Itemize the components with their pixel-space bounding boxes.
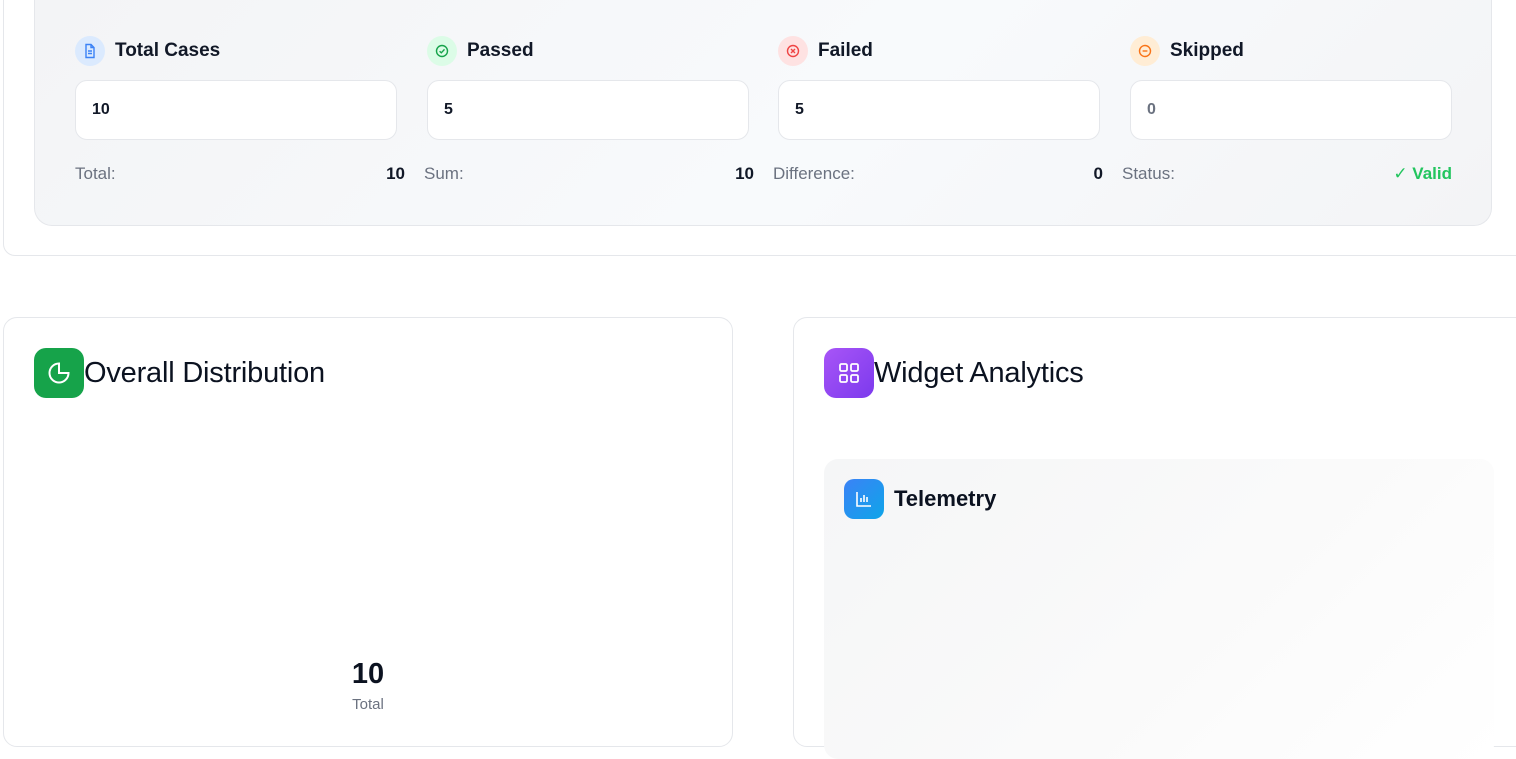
total-value: 10 — [351, 658, 385, 690]
telemetry-widget: Telemetry — [824, 459, 1494, 759]
total-label: Total — [352, 696, 384, 713]
summary-difference: Difference: 0 — [773, 164, 1103, 183]
stat-label: Skipped — [1170, 40, 1244, 61]
passed-input[interactable] — [427, 80, 749, 140]
check-circle-icon — [427, 36, 457, 66]
skipped-input[interactable] — [1130, 80, 1452, 140]
document-icon — [75, 36, 105, 66]
failed-input[interactable] — [778, 80, 1100, 140]
overall-distribution-card: Overall Distribution 10 Total — [3, 317, 733, 747]
bar-chart-icon — [844, 479, 884, 519]
minus-circle-icon — [1130, 36, 1160, 66]
summary-total: Total: 10 — [75, 164, 405, 183]
widget-analytics-card: Widget Analytics Telemetry — [793, 317, 1516, 759]
stat-label: Total Cases — [115, 40, 221, 61]
telemetry-title: Telemetry — [894, 486, 997, 511]
grid-icon — [824, 348, 874, 398]
stat-label: Passed — [467, 40, 534, 61]
card-title: Widget Analytics — [874, 356, 1084, 389]
card-title: Overall Distribution — [84, 356, 325, 389]
stat-label: Failed — [818, 40, 873, 61]
pie-chart-icon — [34, 348, 84, 398]
stats-panel: Total Cases Passed Failed — [34, 0, 1492, 226]
summary-sum: Sum: 10 — [424, 164, 754, 183]
status-badge: ✓ Valid — [1393, 164, 1452, 183]
summary-status: Status: ✓ Valid — [1122, 164, 1452, 183]
x-circle-icon — [778, 36, 808, 66]
total-cases-input[interactable] — [75, 80, 397, 140]
